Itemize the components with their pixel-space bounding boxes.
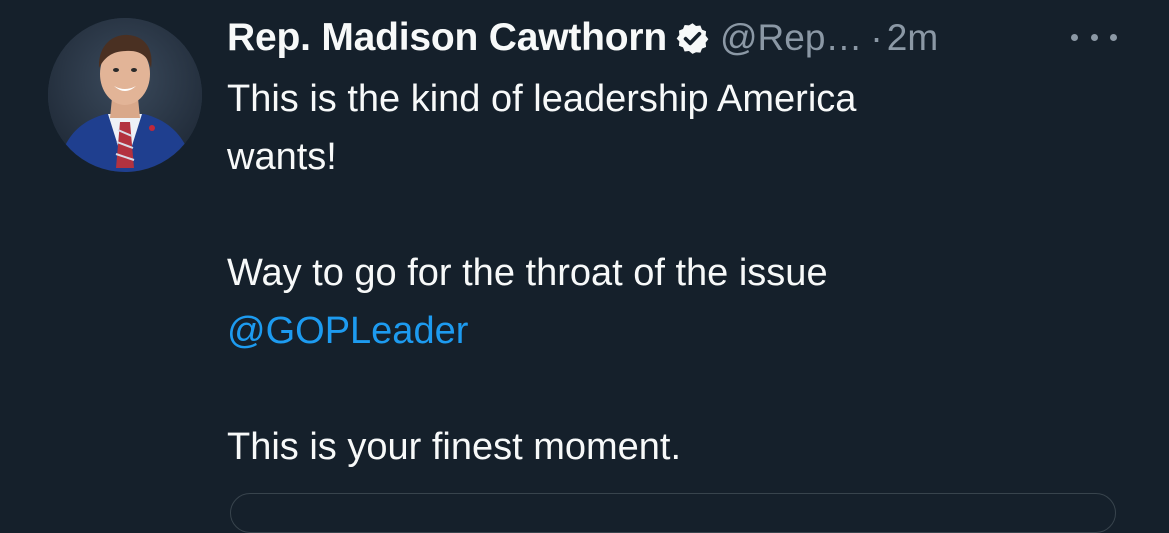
mention-link[interactable]: @GOPLeader	[227, 310, 468, 352]
tweet-text-line: Way to go for the throat of the issue	[227, 252, 828, 294]
more-options-icon[interactable]	[1071, 26, 1117, 48]
more-dot	[1110, 33, 1117, 41]
tweet-text: This is the kind of leadership America w…	[227, 70, 1127, 476]
more-dot	[1071, 33, 1078, 41]
tweet-mention-line: @GOPLeader	[227, 302, 1127, 360]
embedded-card[interactable]	[230, 493, 1116, 533]
tweet-text-line: wants!	[227, 136, 337, 178]
paragraph-break	[227, 186, 1127, 244]
tweet-text-line: This is your finest moment.	[227, 426, 682, 468]
avatar[interactable]	[48, 18, 202, 172]
separator-dot: ·	[870, 17, 883, 58]
display-name[interactable]: Rep. Madison Cawthorn	[227, 16, 667, 60]
tweet-header: Rep. Madison Cawthorn @Rep… · 2m	[227, 10, 938, 66]
tweet[interactable]: Rep. Madison Cawthorn @Rep… · 2m This is…	[0, 0, 1169, 533]
verified-badge-icon	[675, 21, 710, 56]
more-dot	[1090, 33, 1098, 41]
tweet-text-line: This is the kind of leadership America	[227, 78, 857, 120]
user-handle[interactable]: @Rep…	[720, 17, 862, 59]
avatar-image	[48, 18, 202, 172]
timestamp[interactable]: 2m	[887, 17, 938, 59]
paragraph-break	[227, 360, 1127, 418]
